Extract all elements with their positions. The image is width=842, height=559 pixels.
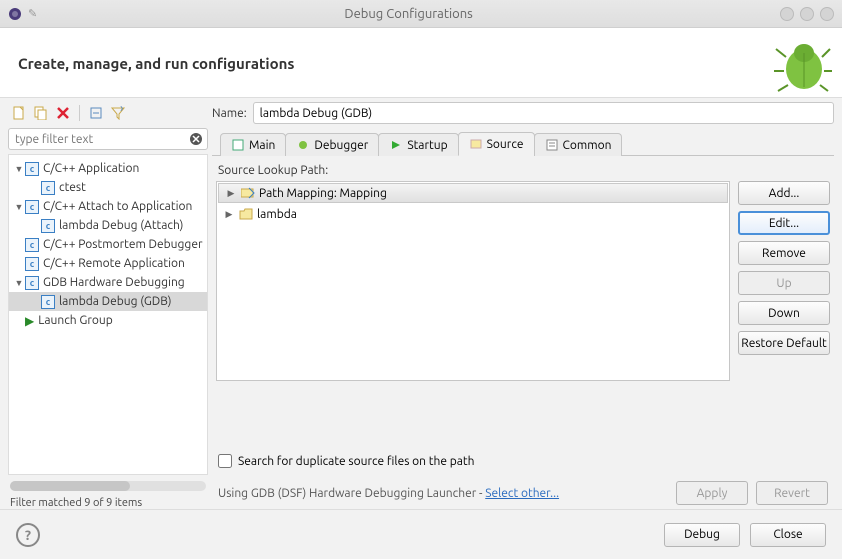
select-other-link[interactable]: Select other... — [485, 487, 559, 500]
name-input[interactable] — [253, 102, 834, 124]
window-title: Debug Configurations — [37, 7, 780, 21]
tab-common[interactable]: Common — [534, 133, 623, 156]
up-button: Up — [738, 271, 830, 295]
tab-startup[interactable]: Startup — [378, 133, 458, 156]
c-type-icon: c — [41, 181, 55, 195]
expand-icon[interactable]: ▶ — [225, 188, 237, 199]
dup-source-label: Search for duplicate source files on the… — [238, 455, 474, 468]
h-scrollbar[interactable] — [10, 481, 206, 491]
source-lookup-label: Source Lookup Path: — [218, 164, 830, 177]
source-tab-icon — [469, 137, 483, 151]
right-pane: Name: Main Debugger Startup Source Commo… — [212, 102, 834, 509]
dup-source-checkbox[interactable] — [218, 454, 232, 468]
tree-item-gdb-hw[interactable]: ▼cGDB Hardware Debugging — [9, 273, 207, 292]
remove-button[interactable]: Remove — [738, 241, 830, 265]
tree-item-ctest[interactable]: cctest — [9, 178, 207, 197]
tree-item-launch-group[interactable]: ▶Launch Group — [9, 311, 207, 330]
config-toolbar: › — [8, 102, 208, 128]
tab-main[interactable]: Main — [220, 133, 286, 156]
debug-button[interactable]: Debug — [664, 523, 740, 547]
source-row-lambda[interactable]: ▶ lambda — [217, 204, 729, 224]
restore-default-button[interactable]: Restore Default — [738, 331, 830, 355]
page-title: Create, manage, and run configurations — [18, 55, 295, 72]
collapse-all-icon[interactable] — [87, 104, 105, 122]
delete-config-icon[interactable] — [54, 104, 72, 122]
close-window-button[interactable] — [820, 7, 834, 21]
minimize-button[interactable] — [780, 7, 794, 21]
add-button[interactable]: Add... — [738, 181, 830, 205]
twistie-icon[interactable]: ▼ — [13, 164, 25, 174]
new-config-icon[interactable] — [10, 104, 28, 122]
launch-group-icon: ▶ — [25, 314, 34, 328]
tree-item-lambda-gdb[interactable]: clambda Debug (GDB) — [9, 292, 207, 311]
c-type-icon: c — [41, 219, 55, 233]
folder-icon — [239, 208, 253, 220]
tree-item-postmortem[interactable]: cC/C++ Postmortem Debugger — [9, 235, 207, 254]
titlebar: ✎ Debug Configurations — [0, 0, 842, 28]
toolbar-separator — [79, 105, 80, 121]
duplicate-config-icon[interactable] — [32, 104, 50, 122]
tree-item-lambda-attach[interactable]: clambda Debug (Attach) — [9, 216, 207, 235]
c-type-icon: c — [25, 257, 39, 271]
tree-item-remote-app[interactable]: cC/C++ Remote Application — [9, 254, 207, 273]
twistie-icon[interactable]: ▼ — [13, 278, 25, 288]
svg-text:›: › — [120, 106, 123, 115]
dialog-footer: ? Debug Close — [0, 509, 842, 559]
source-button-column: Add... Edit... Remove Up Down Restore De… — [738, 181, 830, 444]
debugger-tab-icon — [296, 138, 310, 152]
scroll-thumb[interactable] — [10, 481, 130, 491]
tab-bar: Main Debugger Startup Source Common — [212, 130, 834, 156]
maximize-button[interactable] — [800, 7, 814, 21]
twistie-icon[interactable]: ▼ — [13, 202, 25, 212]
c-type-icon: c — [25, 162, 39, 176]
pin-icon[interactable]: ✎ — [28, 7, 37, 20]
left-pane: › ▼cC/C++ Application cctest ▼cC/C++ Att… — [8, 102, 208, 509]
launcher-text: Using GDB (DSF) Hardware Debugging Launc… — [218, 487, 559, 500]
filter-status: Filter matched 9 of 9 items — [8, 493, 208, 509]
source-row-path-mapping[interactable]: ▶ Path Mapping: Mapping — [218, 183, 728, 203]
name-label: Name: — [212, 107, 247, 120]
source-row-label: Path Mapping: Mapping — [259, 187, 387, 200]
tab-debugger[interactable]: Debugger — [285, 133, 379, 156]
c-type-icon: c — [25, 238, 39, 252]
edit-button[interactable]: Edit... — [738, 211, 830, 235]
c-type-icon: c — [25, 276, 39, 290]
filter-icon[interactable]: › — [109, 104, 127, 122]
close-button[interactable]: Close — [750, 523, 826, 547]
source-row-label: lambda — [257, 208, 297, 221]
source-lookup-list[interactable]: ▶ Path Mapping: Mapping ▶ lambda — [216, 181, 730, 381]
eclipse-icon — [8, 7, 22, 21]
bug-icon — [772, 37, 832, 93]
dialog-header: Create, manage, and run configurations — [0, 28, 842, 98]
path-mapping-icon — [241, 187, 255, 199]
apply-button: Apply — [676, 481, 748, 505]
filter-input[interactable] — [8, 128, 208, 150]
c-type-icon: c — [41, 295, 55, 309]
tree-item-cpp-attach[interactable]: ▼cC/C++ Attach to Application — [9, 197, 207, 216]
source-panel: Source Lookup Path: ▶ Path Mapping: Mapp… — [212, 156, 834, 509]
down-button[interactable]: Down — [738, 301, 830, 325]
tree-item-cpp-application[interactable]: ▼cC/C++ Application — [9, 159, 207, 178]
startup-tab-icon — [389, 138, 403, 152]
config-tree[interactable]: ▼cC/C++ Application cctest ▼cC/C++ Attac… — [8, 154, 208, 475]
main-tab-icon — [231, 138, 245, 152]
c-type-icon: c — [25, 200, 39, 214]
help-icon[interactable]: ? — [16, 523, 40, 547]
common-tab-icon — [545, 138, 559, 152]
revert-button: Revert — [756, 481, 828, 505]
expand-icon[interactable]: ▶ — [223, 209, 235, 220]
clear-filter-icon[interactable] — [188, 131, 204, 147]
tab-source[interactable]: Source — [458, 132, 535, 156]
